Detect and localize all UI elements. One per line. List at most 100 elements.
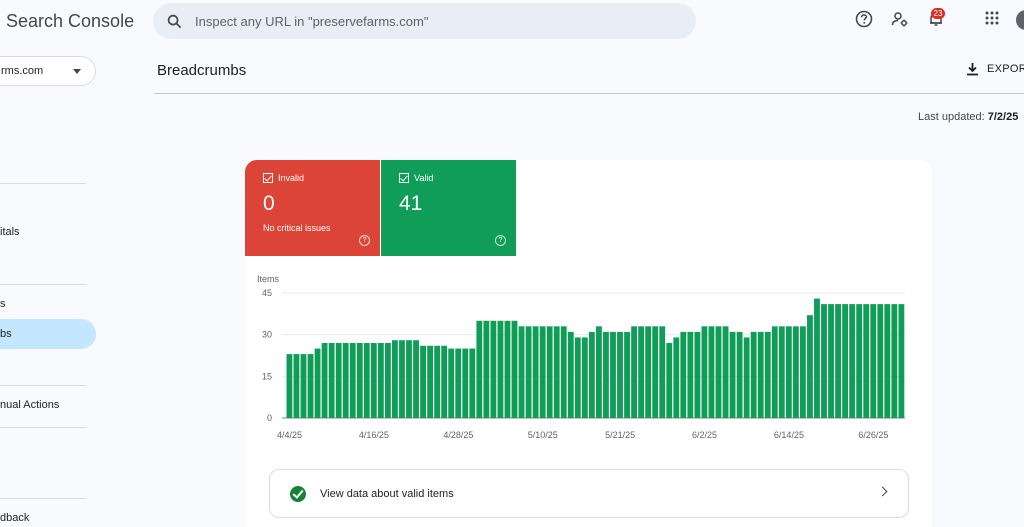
x-tick-label: 5/10/25 — [528, 430, 558, 440]
bar — [856, 304, 863, 418]
checkbox-checked-icon[interactable] — [263, 173, 273, 183]
sidebar-item-manual-actions[interactable]: nual Actions — [0, 390, 59, 420]
bar — [898, 304, 905, 418]
caret-down-icon — [73, 69, 81, 74]
x-tick-label: 6/26/25 — [858, 430, 888, 440]
x-tick-label: 5/21/25 — [605, 430, 635, 440]
bar — [525, 326, 532, 418]
bar — [476, 320, 483, 418]
bar — [469, 348, 476, 418]
bar — [293, 354, 300, 418]
valid-tile[interactable]: Valid 41 ? — [381, 160, 516, 256]
bar — [553, 326, 560, 418]
x-tick-label: 4/4/25 — [277, 430, 302, 440]
notification-count-badge: 23 — [931, 8, 945, 19]
bar — [363, 343, 370, 418]
bar — [581, 337, 588, 418]
bar — [835, 304, 841, 418]
sidebar-divider — [0, 498, 86, 499]
bar — [307, 354, 314, 418]
bar — [610, 331, 616, 418]
url-inspection-search[interactable] — [153, 3, 696, 39]
bar — [413, 340, 419, 418]
last-updated: Last updated: 7/2/25 — [918, 111, 1018, 123]
bar — [666, 343, 673, 418]
valid-label: Valid — [414, 173, 434, 183]
bar — [729, 331, 736, 418]
bar — [891, 304, 898, 418]
sidebar-divider — [0, 385, 86, 386]
bar — [342, 343, 349, 418]
sidebar-item-label: s — [0, 298, 6, 310]
header-divider — [154, 93, 1024, 94]
checkbox-checked-icon[interactable] — [399, 173, 409, 183]
property-selector[interactable]: rms.com — [0, 56, 96, 86]
bar — [778, 326, 785, 418]
avatar[interactable] — [1016, 10, 1024, 30]
bar — [356, 343, 363, 418]
bar — [736, 331, 743, 418]
search-icon[interactable] — [167, 13, 183, 29]
x-tick-label: 4/28/25 — [443, 430, 473, 440]
sidebar-item-label: dback — [0, 512, 30, 524]
y-tick-label: 30 — [262, 330, 272, 340]
bar — [750, 331, 757, 418]
bar — [687, 331, 694, 418]
bar — [743, 337, 750, 418]
bar — [694, 331, 701, 418]
bar — [659, 326, 666, 418]
bar — [638, 326, 645, 418]
export-button[interactable]: EXPORT — [966, 62, 1024, 76]
manage-accounts-icon[interactable] — [891, 10, 909, 33]
bar — [406, 340, 412, 418]
bar — [462, 348, 469, 418]
bar — [441, 345, 448, 418]
bar — [497, 320, 504, 418]
help-icon[interactable]: ? — [495, 235, 506, 246]
help-icon[interactable]: ? — [359, 235, 370, 246]
sidebar-item-breadcrumbs[interactable]: bs — [0, 319, 96, 349]
bar — [673, 337, 680, 418]
invalid-tile[interactable]: Invalid 0 No critical issues ? — [245, 160, 380, 256]
x-tick-label: 6/14/25 — [774, 430, 804, 440]
bar — [511, 320, 518, 418]
y-axis-label: Items — [257, 274, 280, 284]
bar — [504, 320, 511, 418]
bar — [814, 298, 820, 418]
bar — [771, 326, 778, 418]
bar — [448, 348, 455, 418]
bar — [588, 331, 595, 418]
invalid-count: 0 — [263, 192, 275, 215]
bar — [300, 354, 307, 418]
bar — [884, 304, 891, 418]
bar — [328, 343, 335, 418]
help-circle-icon[interactable] — [855, 10, 873, 33]
sidebar-item-enhancement[interactable]: s — [0, 289, 6, 319]
y-tick-label: 15 — [262, 371, 272, 381]
bar — [603, 331, 609, 418]
bar — [617, 331, 623, 418]
bar — [708, 326, 715, 418]
apps-grid-icon[interactable] — [984, 10, 1000, 31]
view-valid-items-row[interactable]: View data about valid items — [269, 469, 909, 518]
bar — [631, 326, 638, 418]
bar — [420, 345, 426, 418]
bar — [870, 304, 877, 418]
sidebar-item-core-web-vitals[interactable]: itals — [0, 217, 20, 247]
bar — [483, 320, 490, 418]
bar — [377, 343, 384, 418]
bar — [434, 345, 441, 418]
sidebar-item-feedback[interactable]: dback — [0, 503, 29, 527]
bar — [877, 304, 884, 418]
items-bar-chart: Items 0 15 30 45 4/4/25 4/16/25 4/28/25 5/10/25 5… — [257, 274, 905, 440]
bar — [455, 348, 462, 418]
bar — [567, 331, 574, 418]
search-input[interactable] — [195, 13, 645, 29]
bar — [321, 343, 328, 418]
bar — [532, 326, 539, 418]
bar — [314, 348, 321, 418]
app-title[interactable]: Search Console — [6, 11, 134, 32]
sidebar-divider — [0, 183, 86, 184]
bar — [792, 326, 799, 418]
sidebar-divider — [0, 427, 86, 428]
